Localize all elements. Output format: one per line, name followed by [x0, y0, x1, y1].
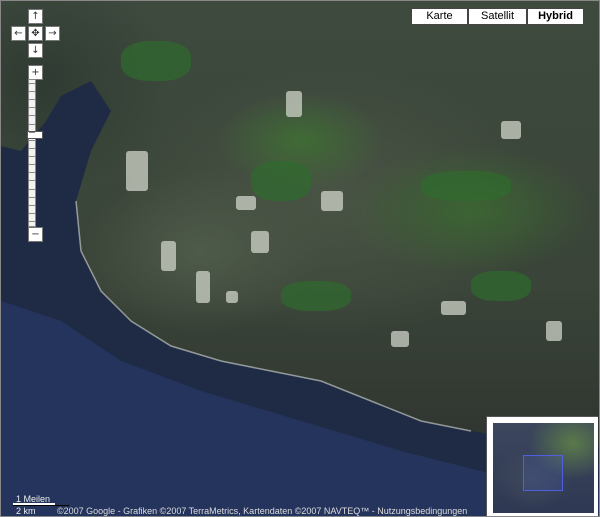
zoom-tick [29, 147, 35, 149]
clearing [546, 321, 562, 341]
pan-right-icon[interactable]: → [45, 26, 60, 41]
clearing [226, 291, 238, 303]
zoom-tick [29, 156, 35, 158]
clearing [126, 151, 148, 191]
zoom-out-button[interactable]: − [28, 227, 43, 242]
zoom-tick [29, 107, 35, 109]
pan-down-icon[interactable]: ↓ [28, 43, 43, 58]
pan-control: ↑ ← ✥ → ↓ [11, 9, 60, 59]
map-type-karte-button[interactable]: Karte [411, 8, 468, 25]
zoom-in-button[interactable]: + [28, 65, 43, 80]
zoom-tick [29, 172, 35, 174]
forest [421, 171, 511, 201]
pan-center-icon[interactable]: ✥ [28, 26, 43, 41]
zoom-tick [29, 180, 35, 182]
map-type-satellit-button[interactable]: Satellit [468, 8, 527, 25]
map-type-hybrid-button[interactable]: Hybrid [527, 8, 584, 25]
clearing [391, 331, 409, 347]
overview-map[interactable] [486, 416, 598, 516]
zoom-tick [29, 204, 35, 206]
copyright-text: ©2007 Google - Grafiken ©2007 TerraMetri… [57, 506, 378, 516]
zoom-tick [29, 83, 35, 84]
zoom-tick [29, 164, 35, 166]
zoom-tick [29, 99, 35, 101]
clearing [501, 121, 521, 139]
forest [281, 281, 351, 311]
zoom-tick [29, 131, 35, 133]
forest [121, 41, 191, 81]
zoom-tick [29, 123, 35, 125]
zoom-tick [29, 91, 35, 93]
clearing [441, 301, 466, 315]
clearing [286, 91, 302, 117]
zoom-tick [29, 196, 35, 198]
zoom-tick [29, 115, 35, 117]
clearing [251, 231, 269, 253]
clearing [236, 196, 256, 210]
overview-viewport-box[interactable] [523, 455, 563, 491]
pan-up-icon[interactable]: ↑ [28, 9, 43, 24]
copyright-notice: ©2007 Google - Grafiken ©2007 TerraMetri… [57, 506, 467, 516]
zoom-tick [29, 188, 35, 190]
scale-km-label: 2 km [16, 506, 36, 516]
terms-link[interactable]: Nutzungsbedingungen [377, 506, 467, 516]
clearing [161, 241, 176, 271]
forest [471, 271, 531, 301]
zoom-tick [29, 139, 35, 141]
clearing [321, 191, 343, 211]
zoom-tick [29, 212, 35, 214]
zoom-tick [29, 221, 35, 222]
satellite-map[interactable]: ↑ ← ✥ → ↓ + − Karte Satellit Hybrid 1 Me… [0, 0, 600, 517]
clearing [196, 271, 210, 303]
forest [251, 161, 311, 201]
pan-left-icon[interactable]: ← [11, 26, 26, 41]
